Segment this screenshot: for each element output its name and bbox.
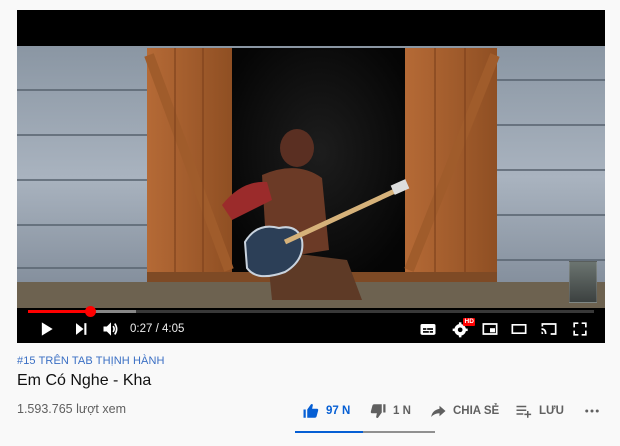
more-horizontal-icon (585, 409, 599, 413)
video-title: Em Có Nghe - Kha (17, 372, 152, 389)
like-button[interactable]: 97 N (302, 398, 350, 424)
subtitles-button[interactable] (417, 319, 439, 339)
progress-played (28, 310, 91, 313)
miniplayer-icon (482, 323, 498, 335)
cast-icon (541, 323, 557, 335)
theater-mode-button[interactable] (508, 319, 530, 339)
like-ratio-bar-remainder (363, 431, 435, 433)
more-actions-button[interactable] (583, 398, 601, 424)
video-frame[interactable] (17, 10, 605, 343)
skip-next-icon (76, 323, 87, 335)
like-ratio-bar (295, 431, 363, 433)
save-label: LƯU (539, 405, 564, 417)
view-count: 1.593.765 lượt xem (17, 402, 126, 416)
share-label: CHIA SẺ (453, 405, 500, 417)
duration: 4:05 (161, 323, 185, 335)
volume-icon (103, 322, 118, 336)
action-bar: 97 N 1 N CHIA SẺ LƯU (293, 398, 605, 424)
cast-button[interactable] (538, 319, 560, 339)
share-button[interactable]: CHIA SẺ (429, 398, 499, 424)
dislike-count: 1 N (393, 405, 411, 417)
settings-button[interactable]: HD (450, 318, 476, 339)
mute-button[interactable] (100, 319, 122, 339)
play-icon (41, 322, 53, 336)
progress-bar[interactable] (28, 306, 594, 317)
play-button[interactable] (35, 319, 57, 339)
dislike-button[interactable]: 1 N (369, 398, 411, 424)
like-count: 97 N (326, 405, 351, 417)
hd-badge: HD (463, 318, 476, 326)
video-player[interactable]: 0:27 / 4:05 HD (17, 10, 605, 343)
thumbs-up-icon (303, 404, 319, 418)
video-info: #15 TRÊN TAB THỊNH HÀNH Em Có Nghe - Kha… (17, 355, 605, 433)
save-button[interactable]: LƯU (515, 398, 564, 424)
player-controls: 0:27 / 4:05 HD (17, 314, 605, 343)
fullscreen-button[interactable] (569, 319, 591, 339)
share-arrow-icon (431, 405, 446, 417)
miniplayer-button[interactable] (479, 319, 501, 339)
fullscreen-icon (573, 322, 587, 336)
channel-watermark[interactable] (569, 261, 597, 303)
thumbs-down-icon (370, 404, 386, 418)
theater-icon (511, 324, 527, 334)
next-button[interactable] (70, 319, 92, 339)
playlist-add-icon (516, 405, 532, 418)
time-display: 0:27 / 4:05 (130, 323, 184, 335)
subtitles-icon (420, 324, 436, 335)
trending-hashtag-link[interactable]: #15 TRÊN TAB THỊNH HÀNH (17, 355, 605, 367)
current-time: 0:27 (130, 323, 153, 335)
